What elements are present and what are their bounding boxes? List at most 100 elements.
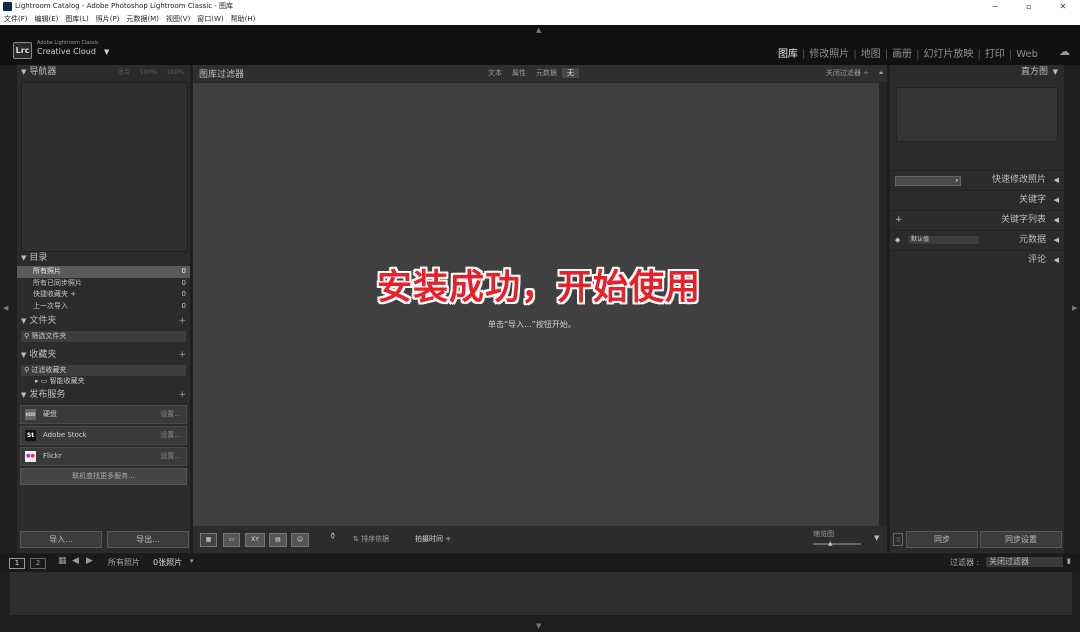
quick-develop-header[interactable]: ▾ 快速修改照片 ◀ xyxy=(890,170,1064,190)
add-collection-icon[interactable]: + xyxy=(178,348,186,363)
folder-icon: ▭ xyxy=(40,377,50,385)
catalog-item-all-photos[interactable]: 所有照片 0 xyxy=(17,266,190,278)
slider-knob-icon[interactable]: ▲ xyxy=(828,540,833,547)
sync-button[interactable]: 同步 xyxy=(906,531,978,548)
quick-develop-preset-dropdown[interactable]: ▾ xyxy=(895,176,961,186)
navigator-preview xyxy=(21,82,188,252)
publish-header[interactable]: ▼ 发布服务 + xyxy=(17,388,190,403)
folders-header[interactable]: ▼ 文件夹 + xyxy=(17,314,190,329)
chevron-down-icon[interactable]: ▼ xyxy=(104,48,109,56)
lock-icon[interactable]: ▮ xyxy=(1067,557,1071,565)
sort-label-text: 排序依据 xyxy=(361,535,390,543)
people-view-icon[interactable]: ☺ xyxy=(291,533,309,547)
menu-photo[interactable]: 照片(P) xyxy=(96,13,120,25)
keywording-header[interactable]: 关键字 ◀ xyxy=(890,190,1064,210)
import-button[interactable]: 导入... xyxy=(20,531,102,548)
folder-filter-input[interactable]: ⚲ 筛选文件夹 xyxy=(21,331,186,342)
auto-sync-toggle[interactable]: ▯ xyxy=(893,533,903,546)
module-map[interactable]: 地图 xyxy=(857,45,885,60)
module-develop[interactable]: 修改照片 xyxy=(805,45,853,60)
survey-view-icon[interactable]: ▤ xyxy=(269,533,287,547)
collapse-bottom-arrow-icon[interactable]: ▼ xyxy=(536,622,541,630)
histogram-header[interactable]: 直方图 ▼ xyxy=(890,65,1064,80)
keyword-list-header[interactable]: + 关键字列表 ◀ xyxy=(890,210,1064,230)
menu-help[interactable]: 帮助(H) xyxy=(231,13,256,25)
comments-header[interactable]: 评论 ◀ xyxy=(890,250,1064,270)
forward-arrow-icon[interactable]: ▶ xyxy=(86,556,93,566)
collections-header[interactable]: ▼ 收藏夹 + xyxy=(17,348,190,363)
sync-settings-button[interactable]: 同步设置 xyxy=(980,531,1062,548)
publish-adobe-stock[interactable]: St Adobe Stock 设置... xyxy=(20,425,187,445)
metadata-preset-dropdown[interactable]: 默认值 xyxy=(908,236,979,244)
filmstrip-filter-dropdown[interactable]: 关闭过滤器 xyxy=(986,557,1063,567)
collapse-top-arrow-icon[interactable]: ▲ xyxy=(536,26,541,34)
filter-preset-dropdown[interactable]: 关闭过滤器 ÷ xyxy=(826,68,869,78)
menu-view[interactable]: 视图(V) xyxy=(166,13,190,25)
module-print[interactable]: 打印 xyxy=(981,45,1009,60)
filter-tab-text[interactable]: 文本 xyxy=(483,68,507,78)
metadata-header[interactable]: ◆ 默认值 元数据 ◀ xyxy=(890,230,1064,250)
minimize-button[interactable]: ─ xyxy=(978,0,1012,13)
window-2-button[interactable]: 2 xyxy=(30,558,46,569)
catalog-item-previous-import[interactable]: 上一次导入 0 xyxy=(17,301,190,313)
publish-label: Flickr xyxy=(43,451,62,460)
collapse-left-arrow-icon[interactable]: ◀ xyxy=(3,304,8,312)
zoom-fit[interactable]: 适合 xyxy=(118,69,130,76)
add-publish-icon[interactable]: + xyxy=(178,388,186,403)
module-library[interactable]: 图库 xyxy=(774,45,802,60)
module-book[interactable]: 画册 xyxy=(888,45,916,60)
sort-order-icon[interactable]: ⇅ xyxy=(353,535,361,543)
sort-dropdown[interactable]: 拍摄时间 ÷ xyxy=(415,534,451,544)
catalog-item-label: 上一次导入 xyxy=(33,301,68,310)
close-button[interactable]: ✕ xyxy=(1046,0,1080,13)
filmstrip[interactable] xyxy=(10,572,1072,615)
keyword-list-title: 关键字列表 xyxy=(1000,215,1046,225)
collapse-right-arrow-icon[interactable]: ▶ xyxy=(1072,304,1077,312)
grid-scrollbar[interactable] xyxy=(879,83,887,526)
add-keyword-icon[interactable]: + xyxy=(895,211,903,230)
spray-can-icon[interactable]: ⚱ xyxy=(329,532,337,542)
thumbnail-size-slider[interactable] xyxy=(813,543,861,545)
navigator-header[interactable]: ▼ 导航器 适合 100% 100% xyxy=(17,65,190,80)
catalog-header[interactable]: ▼ 目录 xyxy=(17,251,190,266)
catalog-item-quick-collection[interactable]: 快捷收藏夹 + 0 xyxy=(17,289,190,301)
collection-filter-input[interactable]: ⚲ 过滤收藏夹 xyxy=(21,365,186,376)
filter-tab-none[interactable]: 无 xyxy=(562,68,579,78)
publish-flickr[interactable]: ●● Flickr 设置... xyxy=(20,446,187,466)
find-more-services-button[interactable]: 联机查找更多服务... xyxy=(20,467,187,485)
toolbar-menu-chevron-icon[interactable]: ▼ xyxy=(874,534,879,542)
module-web[interactable]: Web xyxy=(1012,49,1042,60)
menu-file[interactable]: 文件(F) xyxy=(4,13,28,25)
publish-settings[interactable]: 设置... xyxy=(160,406,181,423)
filmstrip-source[interactable]: 所有照片 xyxy=(108,557,140,568)
menu-metadata[interactable]: 元数据(M) xyxy=(126,13,159,25)
compare-view-icon[interactable]: XY xyxy=(245,533,265,547)
export-button[interactable]: 导出... xyxy=(107,531,189,548)
back-arrow-icon[interactable]: ◀ xyxy=(72,556,79,566)
module-slideshow[interactable]: 幻灯片放映 xyxy=(919,45,977,60)
publish-settings[interactable]: 设置... xyxy=(160,427,181,444)
smart-collections-item[interactable]: ▸ ▭ 智能收藏夹 xyxy=(17,376,190,388)
comments-title: 评论 xyxy=(1027,255,1046,265)
publish-hard-drive[interactable]: HDD 硬盘 设置... xyxy=(20,404,187,424)
add-folder-icon[interactable]: + xyxy=(178,314,186,329)
identity-name[interactable]: Creative Cloud xyxy=(37,47,96,56)
loupe-view-icon[interactable]: ▭ xyxy=(223,533,240,547)
catalog-item-synced[interactable]: 所有已同步照片 0 xyxy=(17,278,190,290)
source-chevron-down-icon[interactable]: ▾ xyxy=(190,557,194,565)
maximize-button[interactable]: ▫ xyxy=(1012,0,1046,13)
zoom-100-b[interactable]: 100% xyxy=(167,69,184,76)
filter-tab-metadata[interactable]: 元数据 xyxy=(531,68,562,78)
menu-window[interactable]: 窗口(W) xyxy=(197,13,223,25)
window-1-button[interactable]: 1 xyxy=(9,558,25,569)
publish-settings[interactable]: 设置... xyxy=(160,448,181,465)
menu-library[interactable]: 图库(L) xyxy=(65,13,88,25)
menu-edit[interactable]: 编辑(E) xyxy=(35,13,59,25)
lock-icon[interactable]: 🔒︎ xyxy=(879,68,883,77)
grid-view-icon[interactable]: ▦ xyxy=(200,533,217,547)
filter-tab-attribute[interactable]: 属性 xyxy=(507,68,531,78)
grid-view[interactable]: 安装成功，开始使用 单击“导入...”按钮开始。 xyxy=(193,83,879,526)
cloud-sync-icon[interactable]: ☁ xyxy=(1059,45,1070,58)
zoom-100-a[interactable]: 100% xyxy=(140,69,157,76)
grid-icon[interactable]: ▦ xyxy=(58,556,67,566)
